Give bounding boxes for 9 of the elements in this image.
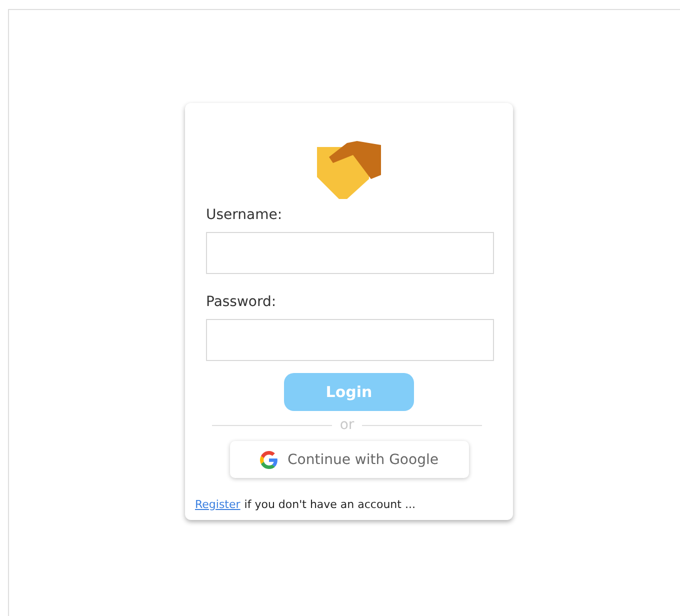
input-field[interactable] — [206, 319, 494, 361]
google-button[interactable]: Continue with Google — [230, 441, 468, 478]
field-label: Username: — [206, 207, 284, 224]
google-icon — [260, 450, 278, 468]
input-field[interactable] — [206, 232, 494, 274]
field-label: Password: — [206, 294, 278, 311]
register-link[interactable]: Register — [195, 498, 240, 512]
handshake-icon — [317, 141, 381, 199]
footer-text: if you don't have an account ... — [244, 498, 416, 512]
